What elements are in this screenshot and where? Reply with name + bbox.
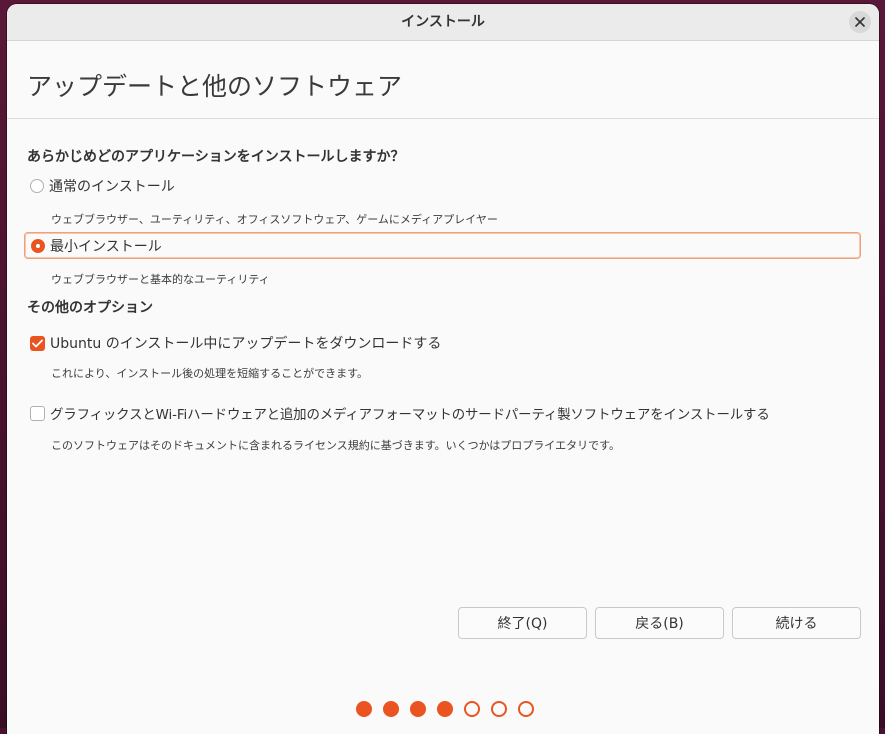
quit-button[interactable]: 終了(Q) <box>458 607 587 639</box>
apps-section-heading: あらかじめどのアプリケーションをインストールしますか？ <box>27 149 405 165</box>
other-options-heading: その他のオプション <box>27 300 153 316</box>
normal-install-description: ウェブブラウザー、ユーティリティ、オフィスソフトウェア、ゲームにメディアプレイヤ… <box>51 213 498 226</box>
checkmark-icon <box>32 339 43 347</box>
close-icon <box>855 17 865 27</box>
download-updates-checkbox-row[interactable]: Ubuntu のインストール中にアップデートをダウンロードする <box>30 333 441 353</box>
minimal-install-label: 最小インストール <box>50 238 162 255</box>
progress-dot-complete <box>437 701 453 717</box>
progress-dot-complete <box>383 701 399 717</box>
back-button[interactable]: 戻る(B) <box>595 607 724 639</box>
third-party-label: グラフィックスとWi-Fiハードウェアと追加のメディアフォーマットのサードパーテ… <box>50 408 770 423</box>
download-updates-description: これにより、インストール後の処理を短縮することができます。 <box>51 367 369 380</box>
progress-dot-pending <box>518 701 534 717</box>
minimal-install-description: ウェブブラウザーと基本的なユーティリティ <box>51 273 270 286</box>
third-party-description: このソフトウェアはそのドキュメントに含まれるライセンス規約に基づきます。いくつか… <box>51 439 621 452</box>
download-updates-checkbox[interactable] <box>30 335 45 351</box>
window-title: インストール <box>401 14 485 30</box>
minimal-install-radio[interactable] <box>31 238 45 253</box>
progress-dot-pending <box>491 701 507 717</box>
title-bar: インストール <box>7 4 879 41</box>
normal-install-label: 通常のインストール <box>49 179 175 195</box>
page-header: アップデートと他のソフトウェア <box>7 41 879 119</box>
progress-dot-complete <box>356 701 372 717</box>
normal-install-radio[interactable] <box>30 179 44 193</box>
page-title: アップデートと他のソフトウェア <box>27 72 403 101</box>
installer-window: インストール アップデートと他のソフトウェア あらかじめどのアプリケーションをイ… <box>7 4 879 734</box>
close-button[interactable] <box>849 11 871 33</box>
third-party-checkbox-row[interactable]: グラフィックスとWi-Fiハードウェアと追加のメディアフォーマットのサードパーテ… <box>30 403 770 423</box>
download-updates-label: Ubuntu のインストール中にアップデートをダウンロードする <box>50 336 442 352</box>
minimal-install-radio-row[interactable]: 最小インストール <box>24 232 861 259</box>
progress-dot-complete <box>410 701 426 717</box>
continue-button[interactable]: 続ける <box>732 607 861 639</box>
third-party-checkbox[interactable] <box>30 405 45 421</box>
progress-dots <box>356 701 534 717</box>
normal-install-radio-row[interactable]: 通常のインストール <box>30 176 175 196</box>
page-content: あらかじめどのアプリケーションをインストールしますか？ 通常のインストール ウェ… <box>7 119 879 734</box>
progress-dot-pending <box>464 701 480 717</box>
